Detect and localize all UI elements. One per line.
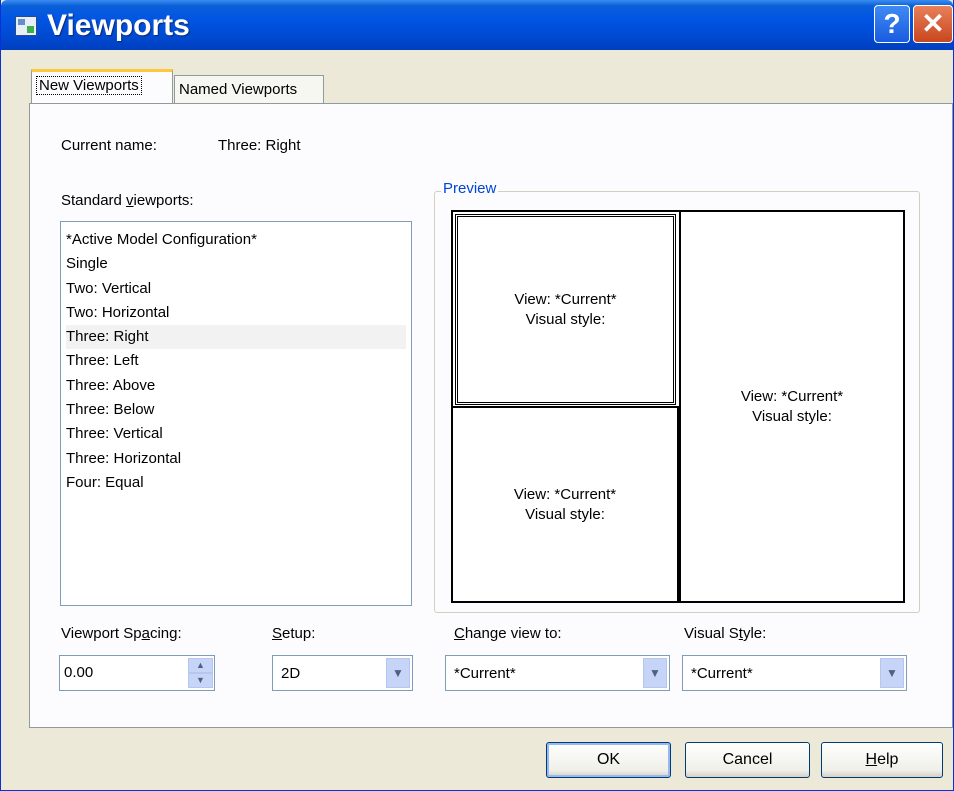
viewport-style-label: Visual style: [525,505,605,523]
setup-label-mnemonic: S [272,625,283,642]
preview-viewport-right[interactable]: View: *Current* Visual style: [679,212,903,601]
list-item[interactable]: Three: Vertical [66,422,406,446]
viewport-view-label: View: *Current* [514,290,617,308]
setup-label: Setup: [272,625,315,642]
dialog-title: Viewports [47,9,190,42]
ok-button[interactable]: OK [546,742,671,778]
change-view-to-label-mnemonic: C [454,625,465,642]
viewports-app-icon [15,16,37,36]
standard-viewports-label-mnemonic: v [126,192,134,209]
preview-viewport-bottom-left[interactable]: View: *Current* Visual style: [453,406,679,601]
viewport-spacing-spinner[interactable]: 0.00 ▲ ▼ [59,655,215,691]
standard-viewports-label-post: iewports: [133,192,194,209]
viewport-spacing-value[interactable]: 0.00 [64,664,93,681]
change-view-to-value: *Current* [454,665,516,682]
chevron-down-icon[interactable]: ▼ [643,658,667,688]
change-view-to-label: Change view to: [454,625,562,642]
list-item[interactable]: Three: Left [66,349,406,373]
list-item[interactable]: *Active Model Configuration* [66,228,406,252]
viewport-spacing-label: Viewport Spacing: [61,625,182,642]
list-item[interactable]: Two: Vertical [66,277,406,301]
spin-up-icon[interactable]: ▲ [188,658,213,673]
preview-caption: Preview [441,180,499,197]
viewport-spacing-label-post: cing: [149,625,182,642]
viewport-spacing-label-mnemonic: a [141,625,150,642]
help-button[interactable]: Help [821,742,943,778]
list-item[interactable]: Three: Horizontal [66,447,406,471]
viewport-view-label: View: *Current* [740,387,844,405]
help-icon[interactable]: ? [874,5,910,43]
list-item[interactable]: Three: Above [66,374,406,398]
tab-new-viewports-label: New Viewports [36,76,142,95]
list-item[interactable]: Two: Horizontal [66,301,406,325]
standard-viewports-label-pre: Standard [61,192,127,209]
viewport-spacing-label-pre: Viewport Sp [61,625,142,642]
visual-style-label-post: yle: [742,625,767,642]
standard-viewports-label: Standard viewports: [61,192,194,209]
tab-named-viewports[interactable]: Named Viewports [174,75,324,105]
viewports-dialog: Viewports ? ✕ New Viewports Named Viewpo… [0,0,954,791]
cancel-button[interactable]: Cancel [685,742,810,778]
viewport-style-label: Visual style: [525,310,606,328]
tab-new-viewports[interactable]: New Viewports [31,69,173,103]
spin-buttons: ▲ ▼ [188,658,213,688]
preview-viewport-top-left[interactable]: View: *Current* Visual style: [455,214,676,405]
viewport-view-label: View: *Current* [513,485,617,503]
viewport-style-label: Visual style: [752,407,832,425]
close-icon[interactable]: ✕ [913,5,953,43]
list-item[interactable]: Single [66,252,406,276]
setup-value: 2D [281,665,301,682]
list-item[interactable]: Four: Equal [66,471,406,495]
preview-area: View: *Current* Visual style: View: *Curr… [451,210,905,603]
setup-select[interactable]: 2D ▼ [272,655,413,691]
change-view-to-select[interactable]: *Current* ▼ [445,655,670,691]
standard-viewports-list[interactable]: *Active Model Configuration* Single Two:… [60,221,412,606]
visual-style-label: Visual Style: [684,625,766,642]
spin-down-icon[interactable]: ▼ [188,673,213,688]
visual-style-select[interactable]: *Current* ▼ [682,655,907,691]
help-button-mnemonic: H [865,751,878,768]
current-name-label: Current name: [61,137,157,154]
chevron-down-icon[interactable]: ▼ [880,658,904,688]
list-item[interactable]: Three: Below [66,398,406,422]
list-item-selected[interactable]: Three: Right [66,325,406,350]
setup-label-post: etup: [282,625,316,642]
change-view-to-label-post: hange view to: [464,625,562,642]
current-name-value: Three: Right [218,137,301,154]
help-button-post: elp [877,751,899,768]
visual-style-label-pre: Visual S [684,625,739,642]
visual-style-value: *Current* [691,665,753,682]
title-bar[interactable]: Viewports ? ✕ [1,0,953,50]
chevron-down-icon[interactable]: ▼ [386,658,410,688]
